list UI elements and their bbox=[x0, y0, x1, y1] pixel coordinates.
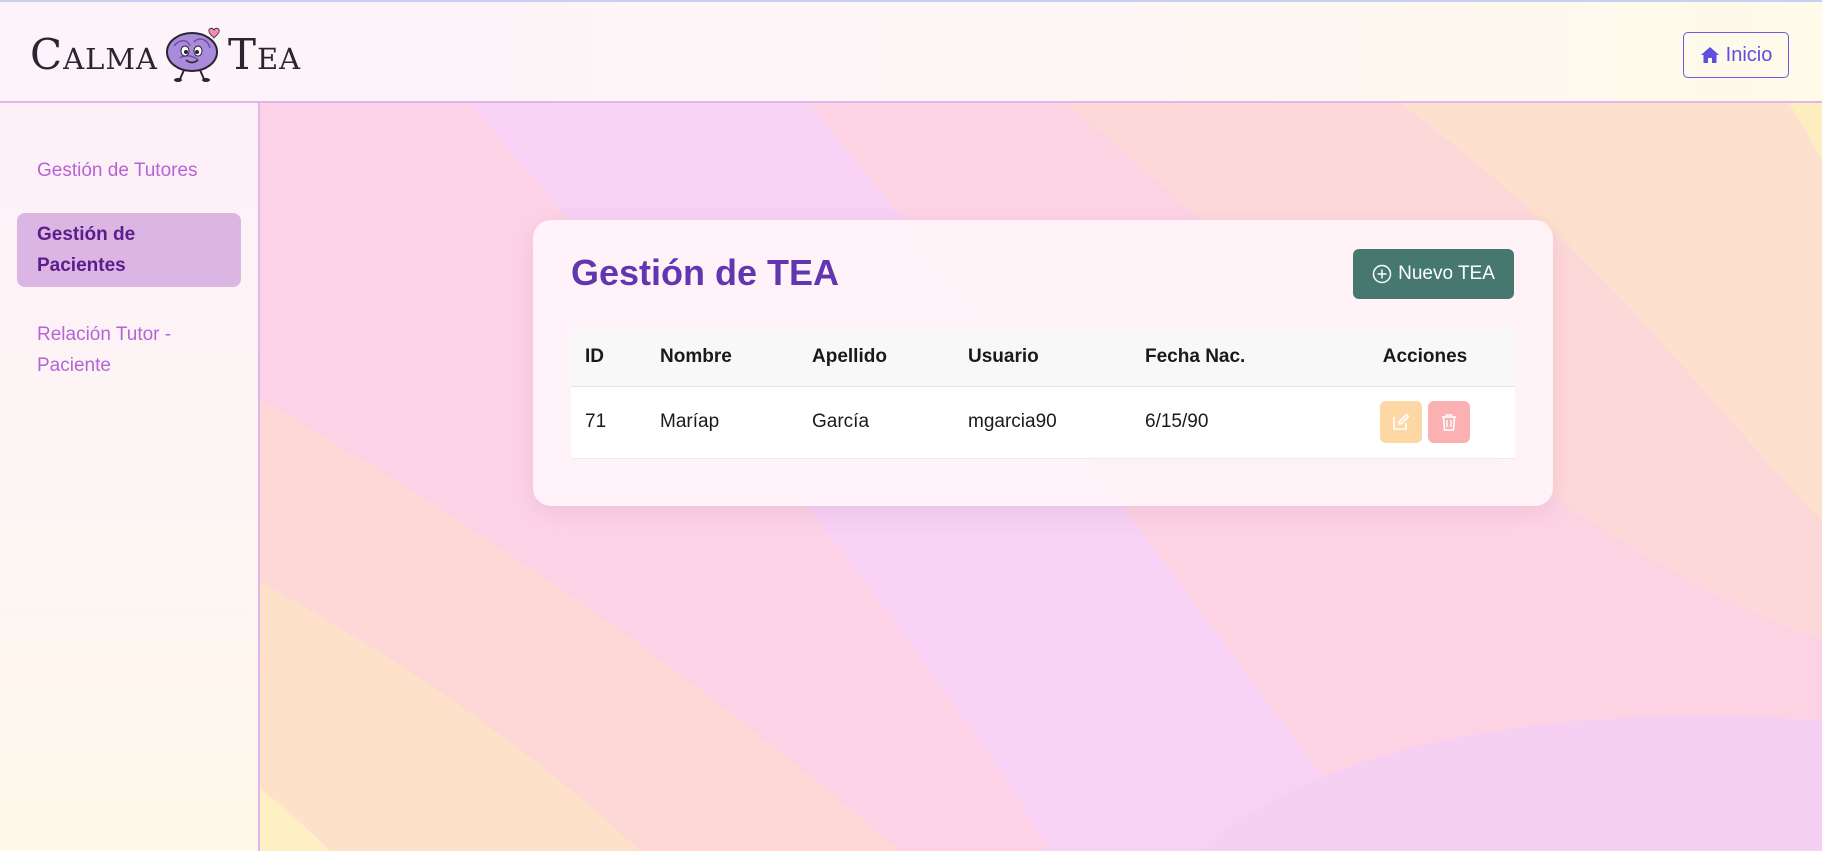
sidebar-item-label: Gestión de Pacientes bbox=[37, 224, 136, 276]
cell-id: 71 bbox=[571, 386, 646, 459]
brain-mascot-icon bbox=[165, 27, 220, 82]
delete-button[interactable] bbox=[1428, 401, 1470, 443]
column-header-acciones: Acciones bbox=[1335, 328, 1515, 387]
new-tea-button[interactable]: Nuevo TEA bbox=[1353, 249, 1514, 299]
logo-text-left: Calma bbox=[30, 29, 158, 79]
home-button[interactable]: Inicio bbox=[1683, 32, 1789, 78]
plus-circle-icon bbox=[1372, 264, 1392, 284]
sidebar-item-label: Gestión de Tutores bbox=[37, 160, 198, 181]
table-header-row: ID Nombre Apellido Usuario Fecha Nac. Ac… bbox=[571, 328, 1515, 387]
column-header-usuario: Usuario bbox=[954, 328, 1131, 387]
app-logo[interactable]: Calma Tea bbox=[30, 24, 301, 84]
tea-table: ID Nombre Apellido Usuario Fecha Nac. Ac… bbox=[571, 328, 1515, 459]
trash-icon bbox=[1442, 414, 1456, 431]
tea-management-card: Gestión de TEA Nuevo TEA ID Nombre Apell… bbox=[533, 220, 1553, 506]
table-row: 71 Maríap García mgarcia90 6/15/90 bbox=[571, 386, 1515, 459]
column-header-apellido: Apellido bbox=[798, 328, 954, 387]
cell-usuario: mgarcia90 bbox=[954, 386, 1131, 459]
column-header-nombre: Nombre bbox=[646, 328, 798, 387]
sidebar-item-label: Relación Tutor - Paciente bbox=[37, 324, 172, 376]
column-header-fecha-nac: Fecha Nac. bbox=[1131, 328, 1335, 387]
new-tea-button-label: Nuevo TEA bbox=[1398, 263, 1495, 284]
home-button-label: Inicio bbox=[1725, 43, 1773, 66]
top-header: Calma Tea Inicio bbox=[0, 0, 1822, 103]
edit-icon bbox=[1393, 413, 1410, 430]
cell-apellido: García bbox=[798, 386, 954, 459]
edit-button[interactable] bbox=[1380, 401, 1422, 443]
cell-acciones bbox=[1335, 386, 1515, 459]
sidebar-item-pacientes[interactable]: Gestión de Pacientes bbox=[17, 213, 241, 287]
cell-nombre: Maríap bbox=[646, 386, 798, 459]
row-actions bbox=[1380, 401, 1470, 443]
home-icon bbox=[1700, 47, 1719, 63]
sidebar: Gestión de Tutores Gestión de Pacientes … bbox=[0, 103, 260, 851]
sidebar-item-tutores[interactable]: Gestión de Tutores bbox=[17, 149, 241, 192]
sidebar-item-relacion[interactable]: Relación Tutor - Paciente bbox=[17, 313, 241, 387]
page-title: Gestión de TEA bbox=[571, 252, 840, 293]
cell-fecha-nac: 6/15/90 bbox=[1131, 386, 1335, 459]
logo-text-right: Tea bbox=[227, 29, 302, 79]
column-header-id: ID bbox=[571, 328, 646, 387]
